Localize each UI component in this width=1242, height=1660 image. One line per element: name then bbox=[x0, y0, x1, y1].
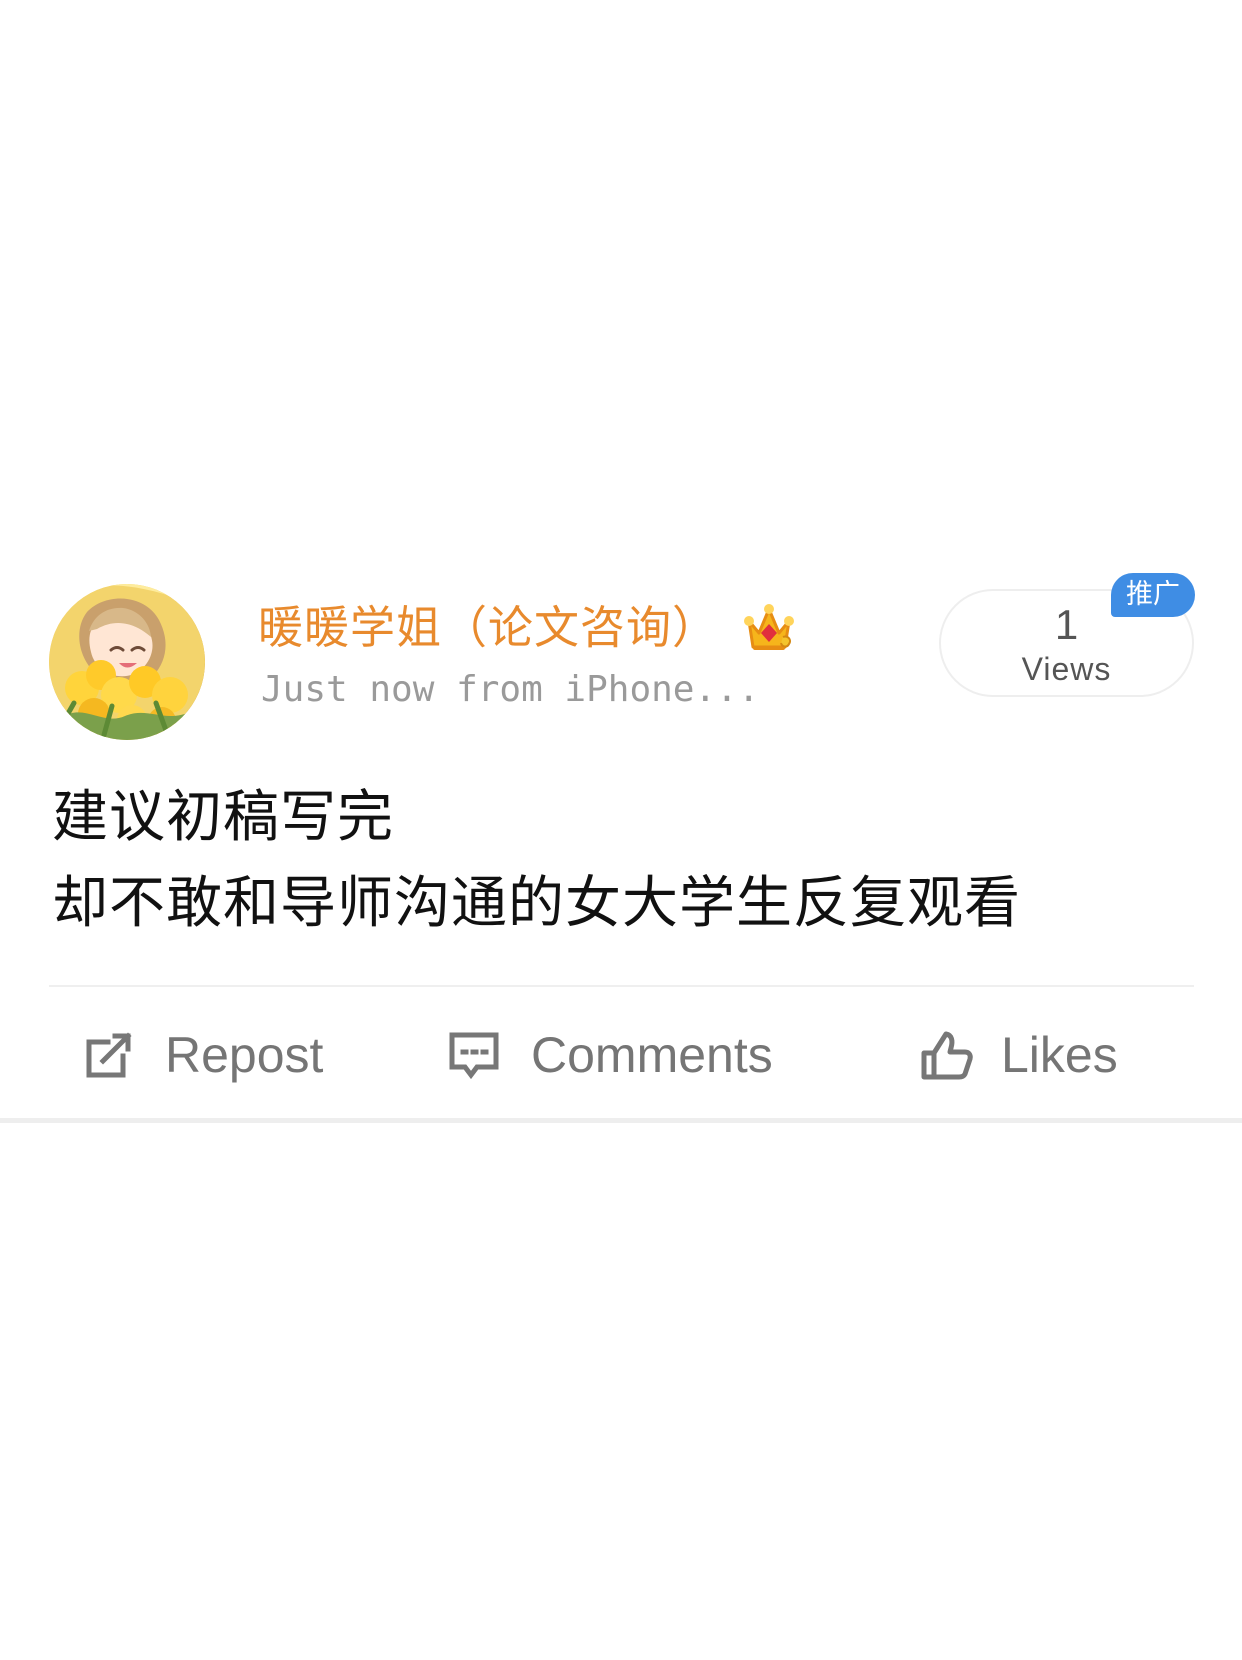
thumbs-up-icon bbox=[921, 1031, 973, 1080]
repost-button[interactable]: Repost bbox=[78, 1010, 323, 1100]
post-content: 建议初稿写完 却不敢和导师沟通的女大学生反复观看 bbox=[52, 775, 1172, 947]
author-info: 暖暖学姐（论文咨询） Just now from iPhone... bbox=[258, 598, 878, 718]
post-bottom-separator bbox=[0, 1118, 1242, 1123]
promotion-badge: 推广 bbox=[1111, 573, 1195, 617]
post-actions: Repost Comments Likes bbox=[0, 1010, 1242, 1100]
avatar-illustration bbox=[49, 584, 205, 740]
repost-label: Repost bbox=[165, 1027, 324, 1083]
comment-icon bbox=[449, 1032, 499, 1080]
post-content-line-2: 却不敢和导师沟通的女大学生反复观看 bbox=[52, 871, 1021, 936]
comments-button[interactable]: Comments bbox=[444, 1010, 773, 1100]
social-post-card: 暖暖学姐（论文咨询） Just now from iPhone... 1 Vie… bbox=[0, 560, 1242, 1123]
likes-label: Likes bbox=[1001, 1027, 1118, 1083]
repost-icon bbox=[86, 1032, 132, 1078]
profile-avatar[interactable] bbox=[49, 584, 205, 740]
post-meta: Just now from iPhone... bbox=[261, 669, 760, 710]
likes-button[interactable]: Likes bbox=[914, 1010, 1118, 1100]
crown-vip-icon bbox=[740, 599, 798, 657]
post-content-line-1: 建议初稿写完 bbox=[52, 785, 394, 850]
author-name[interactable]: 暖暖学姐（论文咨询） bbox=[258, 598, 718, 658]
author-name-row[interactable]: 暖暖学姐（论文咨询） bbox=[258, 598, 798, 658]
actions-divider bbox=[49, 985, 1194, 987]
comments-label: Comments bbox=[531, 1027, 773, 1083]
views-label: Views bbox=[1021, 651, 1112, 687]
